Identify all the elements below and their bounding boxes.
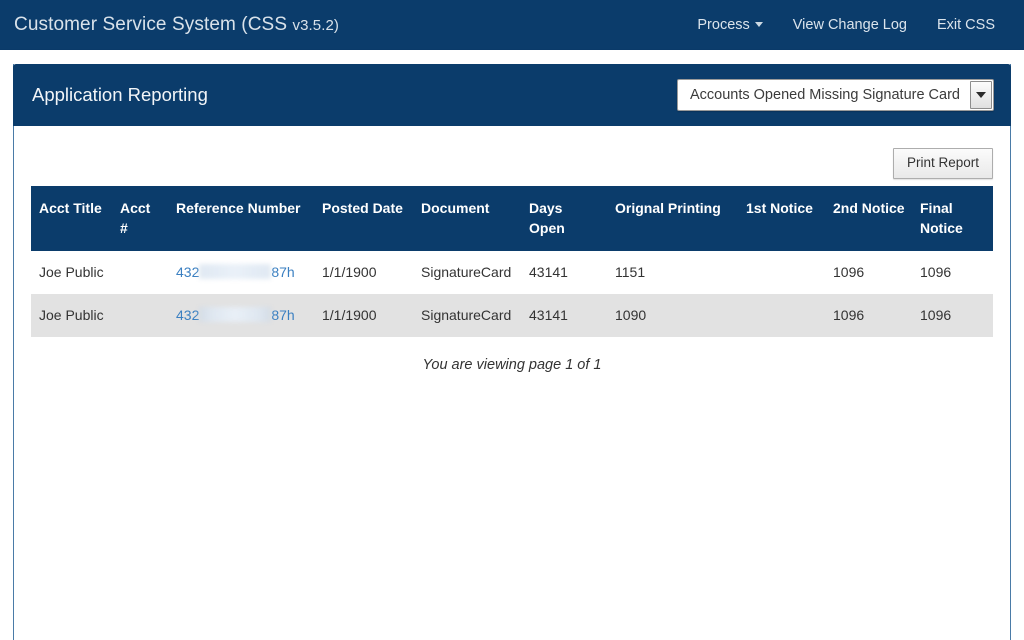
column-header-acct-title: Acct Title [31, 186, 112, 251]
report-type-select[interactable]: Accounts Opened Missing Signature Card [676, 79, 994, 111]
cell-final-notice: 1096 [912, 251, 993, 294]
column-header-posted-date: Posted Date [314, 186, 413, 251]
chevron-down-icon [754, 22, 763, 28]
pagination-status: You are viewing page 1 of 1 [422, 357, 602, 373]
column-header-acct-number: Acct # [112, 186, 168, 251]
brand-version: v3.5.2) [292, 16, 340, 34]
column-header-2nd-notice: 2nd Notice [825, 186, 912, 251]
cell-1st-notice [738, 251, 825, 294]
report-toolbar: Print Report [31, 126, 993, 179]
cell-posted-date: 1/1/1900 [314, 251, 413, 294]
application-reporting-panel: Application Reporting Accounts Opened Mi… [13, 64, 1011, 640]
column-header-reference-number: Reference Number [168, 186, 314, 251]
column-header-days-open: Days Open [521, 186, 607, 251]
cell-document: SignatureCard [413, 294, 521, 337]
cell-posted-date: 1/1/1900 [314, 294, 413, 337]
panel-content: Print Report Acct Title Acct # Reference… [14, 126, 1010, 373]
column-header-orignal-printing: Orignal Printing [607, 186, 738, 251]
app-brand-title[interactable]: Customer Service System (CSS v3.5.2) [14, 14, 339, 36]
navbar-links: Process View Change Log Exit CSS [682, 0, 1010, 50]
column-header-1st-notice: 1st Notice [738, 186, 825, 251]
nav-item-exit-css[interactable]: Exit CSS [922, 0, 1010, 50]
cell-document: SignatureCard [413, 251, 521, 294]
cell-acct-number [112, 294, 168, 337]
brand-name: Customer Service System (CSS [14, 13, 293, 35]
redaction-blur [199, 307, 272, 322]
reference-prefix: 432 [176, 264, 200, 280]
nav-item-process-label: Process [697, 16, 750, 33]
nav-item-view-change-log[interactable]: View Change Log [778, 0, 922, 50]
cell-acct-title: Joe Public [31, 251, 112, 294]
report-table-body: Joe Public 432 87h 1/1/1900 SignatureCard… [31, 251, 993, 337]
table-header-row: Acct Title Acct # Reference Number Poste… [31, 186, 993, 251]
print-report-button[interactable]: Print Report [892, 148, 993, 179]
column-header-final-notice: Final Notice [912, 186, 993, 251]
panel-heading: Application Reporting Accounts Opened Mi… [13, 64, 1011, 126]
reference-number-link[interactable]: 432 87h [176, 264, 295, 280]
report-type-select-value[interactable]: Accounts Opened Missing Signature Card [678, 80, 970, 110]
reference-number-link[interactable]: 432 87h [176, 307, 295, 323]
table-row[interactable]: Joe Public 432 87h 1/1/1900 SignatureCard… [31, 251, 993, 294]
cell-acct-title: Joe Public [31, 294, 112, 337]
cell-1st-notice [738, 294, 825, 337]
cell-days-open: 43141 [521, 251, 607, 294]
cell-2nd-notice: 1096 [825, 294, 912, 337]
redaction-blur [199, 264, 272, 279]
table-row[interactable]: Joe Public 432 87h 1/1/1900 SignatureCard… [31, 294, 993, 337]
column-header-document: Document [413, 186, 521, 251]
cell-acct-number [112, 251, 168, 294]
reference-suffix: 87h [271, 264, 295, 280]
cell-orignal-printing: 1090 [607, 294, 738, 337]
cell-orignal-printing: 1151 [607, 251, 738, 294]
page-body: Application Reporting Accounts Opened Mi… [0, 50, 1024, 640]
page-title: Application Reporting [32, 84, 208, 105]
cell-reference-number: 432 87h [168, 294, 314, 337]
reference-suffix: 87h [271, 307, 295, 323]
cell-2nd-notice: 1096 [825, 251, 912, 294]
cell-final-notice: 1096 [912, 294, 993, 337]
cell-days-open: 43141 [521, 294, 607, 337]
reference-prefix: 432 [176, 307, 200, 323]
report-table: Acct Title Acct # Reference Number Poste… [31, 186, 993, 337]
chevron-down-icon [976, 92, 986, 98]
report-type-select-button[interactable] [970, 81, 992, 109]
report-table-head: Acct Title Acct # Reference Number Poste… [31, 186, 993, 251]
top-navbar: Customer Service System (CSS v3.5.2) Pro… [0, 0, 1024, 50]
nav-item-process[interactable]: Process [682, 0, 777, 50]
cell-reference-number: 432 87h [168, 251, 314, 294]
